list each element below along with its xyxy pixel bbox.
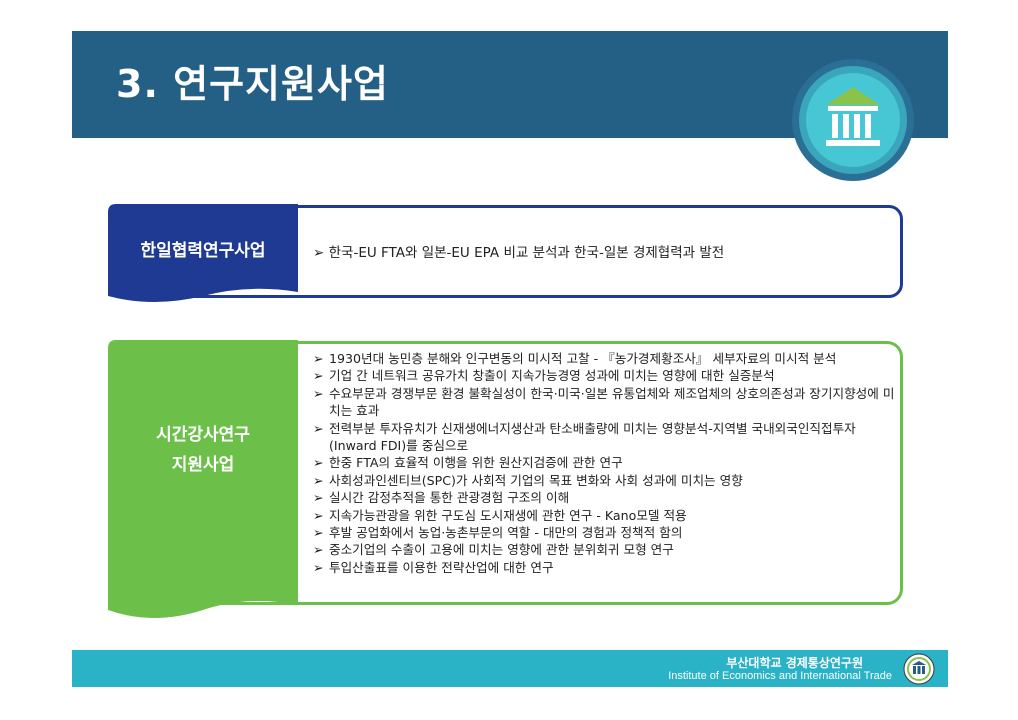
bullet-arrow-icon: ➢: [313, 455, 324, 471]
list-item: ➢ 수요부문과 경쟁부문 환경 불확실성이 한국·미국·일본 유통업체와 제조업체…: [313, 385, 895, 419]
footer-institute-korean: 부산대학교 경제통상연구원: [726, 656, 863, 670]
list-item: ➢ 후발 공업화에서 농업·농촌부문의 역할 - 대만의 경험과 정책적 함의: [313, 525, 683, 541]
list-item: ➢ 한국-EU FTA와 일본-EU EPA 비교 분석과 한국-일본 경제협력…: [313, 245, 725, 261]
bullet-arrow-icon: ➢: [313, 368, 324, 384]
list-item: ➢ 1930년대 농민층 분해와 인구변동의 미시적 고찰 - 『농가경제황조사』…: [313, 351, 837, 366]
bullet-arrow-icon: ➢: [313, 420, 324, 436]
bullet-arrow-icon: ➢: [313, 490, 324, 506]
list-item: ➢ 중소기업의 수출이 고용에 미치는 영향에 관한 분위회귀 모형 연구: [313, 542, 674, 558]
list-item: ➢ 투입산출표를 이용한 전략산업에 대한 연구: [313, 559, 554, 575]
slide-title: 3. 연구지원사업: [116, 62, 389, 106]
bullet-arrow-icon: ➢: [313, 542, 324, 558]
institute-logo-icon: [903, 653, 935, 685]
slide-footer: 부산대학교 경제통상연구원 Institute of Economics and…: [72, 650, 948, 687]
list-item: ➢ 실시간 감정추적을 통한 관광경험 구조의 이해: [313, 490, 570, 506]
list-item: ➢ 지속가능관광을 위한 구도심 도시재생에 관한 연구 - Kano모델 적용: [313, 507, 687, 523]
list-item: ➢ 한중 FTA의 효율적 이행을 위한 원산지검증에 관한 연구: [313, 455, 623, 471]
bullet-arrow-icon: ➢: [313, 507, 324, 523]
list-item: ➢ 사회성과인센티브(SPC)가 사회적 기업의 목표 변화와 사회 성과에 미치…: [313, 472, 743, 488]
bullet-arrow-icon: ➢: [313, 472, 324, 488]
bullet-arrow-icon: ➢: [313, 385, 324, 401]
bullet-arrow-icon: ➢: [313, 559, 324, 575]
bullet-arrow-icon: ➢: [313, 245, 325, 261]
list-item: ➢ 기업 간 네트워크 공유가치 창출이 지속가능경영 성과에 미치는 영향에 대…: [313, 368, 775, 384]
section-tag-shape-lecturer-research: [108, 340, 298, 618]
bullet-arrow-icon: ➢: [313, 525, 324, 541]
section-tag-joint-research: 한일협력연구사업: [140, 240, 266, 261]
institution-building-icon: [792, 59, 914, 181]
research-list: ➢ 1930년대 농민층 분해와 인구변동의 미시적 고찰 - 『농가경제황조사』…: [313, 350, 895, 576]
bullet-arrow-icon: ➢: [313, 351, 324, 366]
footer-institute-english: Institute of Economics and International…: [668, 670, 892, 682]
section-tag-lecturer-research: 시간강사연구 지원사업: [156, 425, 250, 475]
list-item: ➢ 전력부분 투자유치가 신재생에너지생산과 탄소배출량에 미치는 영향분석-지역…: [313, 420, 856, 454]
